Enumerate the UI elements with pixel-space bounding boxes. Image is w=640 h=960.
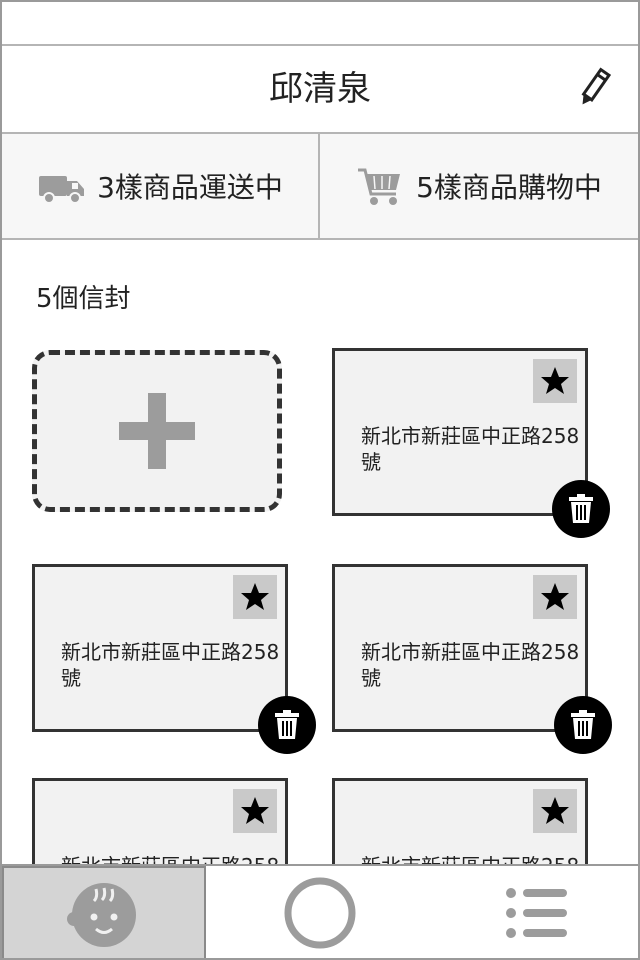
envelope-address: 新北市新莊區中正路258號: [361, 640, 580, 690]
trash-icon[interactable]: [258, 696, 316, 754]
tab-home[interactable]: [218, 866, 422, 958]
shipping-label: 3樣商品運送中: [97, 171, 283, 204]
profile-header: 邱清泉: [2, 46, 638, 134]
cart-stat[interactable]: 5樣商品購物中: [320, 134, 638, 238]
order-stats: 3樣商品運送中 5樣商品購物中: [2, 134, 638, 240]
envelope-card[interactable]: 新北市新莊區中正路258號: [32, 564, 288, 732]
status-bar: [2, 2, 638, 46]
star-icon[interactable]: [233, 789, 277, 833]
baby-face-icon: [67, 883, 136, 947]
truck-icon: [39, 176, 85, 204]
app-frame: 邱清泉 3樣商品運送中 5樣商品購物中 5個信封 新北市新莊區中正路258號 新…: [0, 0, 640, 960]
envelope-card[interactable]: 新北市新莊區中正路258號: [332, 564, 588, 732]
trash-icon[interactable]: [552, 480, 610, 538]
trash-icon[interactable]: [554, 696, 612, 754]
cart-icon: [358, 168, 401, 205]
cart-label: 5樣商品購物中: [416, 171, 602, 204]
shipping-stat[interactable]: 3樣商品運送中: [2, 134, 320, 238]
envelope-address: 新北市新莊區中正路258號: [361, 424, 580, 474]
tab-profile[interactable]: [2, 866, 206, 958]
page-title: 邱清泉: [269, 69, 371, 109]
tab-menu[interactable]: [438, 866, 638, 958]
star-icon[interactable]: [533, 575, 577, 619]
bottom-tab-bar: [2, 864, 638, 958]
add-envelope-button[interactable]: [32, 350, 282, 512]
envelope-count: 5個信封: [36, 284, 131, 314]
list-icon: [506, 888, 567, 938]
pencil-icon[interactable]: [572, 66, 616, 110]
star-icon[interactable]: [233, 575, 277, 619]
star-icon[interactable]: [533, 789, 577, 833]
star-icon[interactable]: [533, 359, 577, 403]
envelope-card[interactable]: 新北市新莊區中正路258號: [332, 348, 588, 516]
circle-icon: [284, 877, 356, 949]
envelope-address: 新北市新莊區中正路258號: [61, 640, 280, 690]
